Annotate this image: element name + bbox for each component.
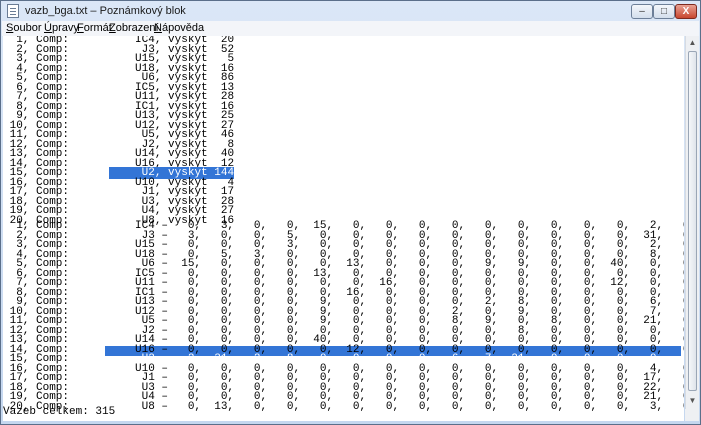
scroll-up-icon[interactable]: ▲: [686, 36, 699, 50]
resize-grip[interactable]: [685, 409, 699, 421]
notepad-icon[interactable]: [7, 4, 19, 18]
notepad-window: vazb_bga.txt – Poznámkový blok – □ X Sou…: [0, 0, 701, 425]
maximize-button[interactable]: □: [653, 4, 675, 19]
scroll-thumb[interactable]: [688, 51, 697, 391]
text-editor[interactable]: Vazeb celkem: 315 1, Comp: IC4, vyskyt 2…: [3, 36, 684, 421]
title-bar[interactable]: vazb_bga.txt – Poznámkový blok – □ X: [1, 1, 700, 21]
scroll-down-icon[interactable]: ▼: [686, 394, 699, 408]
window-title: vazb_bga.txt – Poznámkový blok: [25, 5, 186, 17]
menu-bar: Soubor Úpravy Formát Zobrazení Nápověda: [2, 21, 699, 36]
menu-upravy[interactable]: Úpravy: [44, 22, 79, 34]
close-button[interactable]: X: [675, 4, 697, 19]
vertical-scrollbar[interactable]: ▲ ▼: [685, 36, 699, 421]
menu-soubor[interactable]: Soubor: [6, 22, 41, 34]
menu-format[interactable]: Formát: [77, 22, 112, 34]
menu-napoveda[interactable]: Nápověda: [154, 22, 204, 34]
matrix-line: 20, Comp: U8 – 0, 13, 0, 0, 0, 0, 0, 0, …: [9, 400, 684, 413]
menu-zobrazeni[interactable]: Zobrazení: [109, 22, 159, 34]
minimize-button[interactable]: –: [631, 4, 653, 19]
